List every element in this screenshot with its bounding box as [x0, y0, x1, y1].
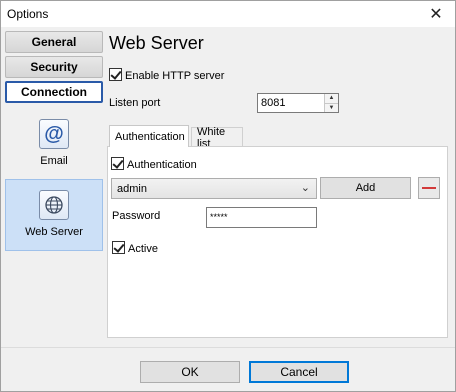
listen-port-spinner[interactable]: 8081 ▲ ▼ — [257, 93, 339, 113]
password-label: Password — [112, 210, 161, 222]
active-checkbox[interactable] — [112, 241, 125, 254]
spin-down-icon[interactable]: ▼ — [325, 102, 338, 112]
nav-tile-email-label: Email — [40, 155, 68, 167]
tab-authentication[interactable]: Authentication — [109, 125, 189, 147]
spin-up-icon[interactable]: ▲ — [325, 94, 338, 103]
spinner-arrows[interactable]: ▲ ▼ — [324, 94, 338, 112]
add-button[interactable]: Add — [320, 177, 411, 199]
enable-http-row[interactable]: Enable HTTP server — [109, 68, 224, 82]
page-title: Web Server — [109, 33, 204, 53]
close-icon[interactable]: ✕ — [421, 1, 451, 27]
tab-white-list[interactable]: White list — [191, 126, 243, 150]
remove-user-button[interactable] — [418, 177, 440, 199]
nav-general-button[interactable]: General — [5, 31, 103, 53]
footer-divider — [1, 347, 455, 348]
ok-button[interactable]: OK — [140, 361, 240, 383]
enable-http-label: Enable HTTP server — [125, 70, 225, 82]
nav-connection-button[interactable]: Connection — [5, 81, 103, 103]
title-bar: Options ✕ — [1, 1, 455, 27]
nav-tile-web-server-label: Web Server — [25, 226, 83, 238]
user-select-value: admin — [117, 183, 147, 195]
options-window: Options ✕ General Security Connection @ … — [0, 0, 456, 392]
authentication-row[interactable]: Authentication — [111, 157, 197, 171]
auth-panel — [107, 146, 448, 338]
user-select[interactable]: admin ⌄ — [111, 178, 317, 199]
password-field[interactable]: ***** — [206, 207, 317, 228]
listen-port-label: Listen port — [109, 97, 161, 109]
cancel-button[interactable]: Cancel — [249, 361, 349, 383]
nav-security-button[interactable]: Security — [5, 56, 103, 78]
chevron-down-icon: ⌄ — [300, 182, 310, 194]
enable-http-checkbox[interactable] — [109, 68, 122, 81]
globe-icon — [39, 190, 69, 220]
nav-tile-email[interactable]: @ Email — [5, 119, 103, 173]
listen-port-value: 8081 — [261, 97, 286, 109]
active-label: Active — [128, 243, 158, 255]
authentication-checkbox[interactable] — [111, 157, 124, 170]
at-icon: @ — [39, 119, 69, 149]
window-title: Options — [7, 7, 49, 21]
nav-tile-web-server[interactable]: Web Server — [5, 179, 103, 251]
active-row[interactable]: Active — [112, 241, 158, 255]
authentication-label: Authentication — [127, 159, 197, 171]
